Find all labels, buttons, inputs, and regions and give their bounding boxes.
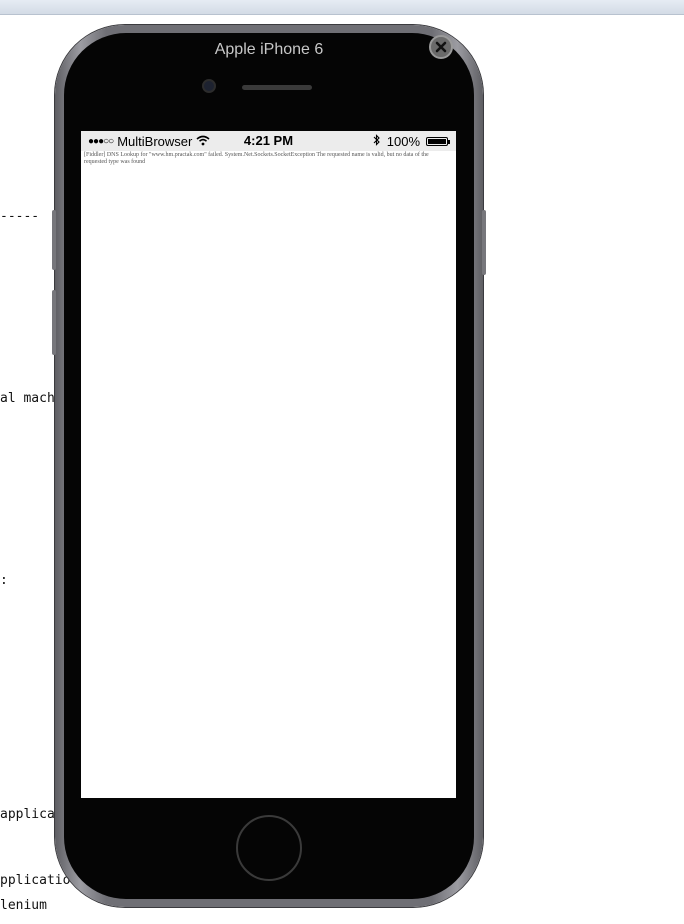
power-button	[482, 210, 486, 275]
front-camera	[202, 79, 216, 93]
console-line: :	[0, 573, 8, 588]
earpiece-speaker	[242, 85, 312, 90]
console-line: al mach	[0, 391, 55, 406]
home-button[interactable]	[236, 815, 302, 881]
console-line: pplicatio	[0, 873, 71, 888]
battery-icon	[426, 137, 448, 146]
console-line: applica	[0, 807, 55, 822]
bluetooth-icon	[373, 134, 381, 149]
battery-level	[428, 139, 446, 144]
battery-percent: 100%	[386, 134, 420, 149]
device-screen[interactable]: ●●●○○ MultiBrowser 4:21 PM 100% [Fiddler…	[81, 131, 456, 798]
ios-status-bar: ●●●○○ MultiBrowser 4:21 PM 100%	[81, 131, 456, 151]
volume-down-button	[52, 290, 56, 355]
iphone-device-frame: Apple iPhone 6 ●●●○○ MultiBrowser 4:21 P…	[52, 25, 486, 907]
volume-up-button	[52, 210, 56, 270]
close-icon[interactable]	[429, 35, 453, 59]
device-title: Apple iPhone 6	[214, 41, 324, 58]
phone-face: Apple iPhone 6 ●●●○○ MultiBrowser 4:21 P…	[64, 33, 474, 899]
console-divider: -----	[0, 209, 40, 224]
fiddler-error-message: [Fiddler] DNS Lookup for "www.hm.practak…	[84, 152, 429, 165]
window-title-bar	[0, 0, 684, 15]
console-line: lenium	[0, 898, 47, 913]
battery-tip	[448, 139, 450, 144]
